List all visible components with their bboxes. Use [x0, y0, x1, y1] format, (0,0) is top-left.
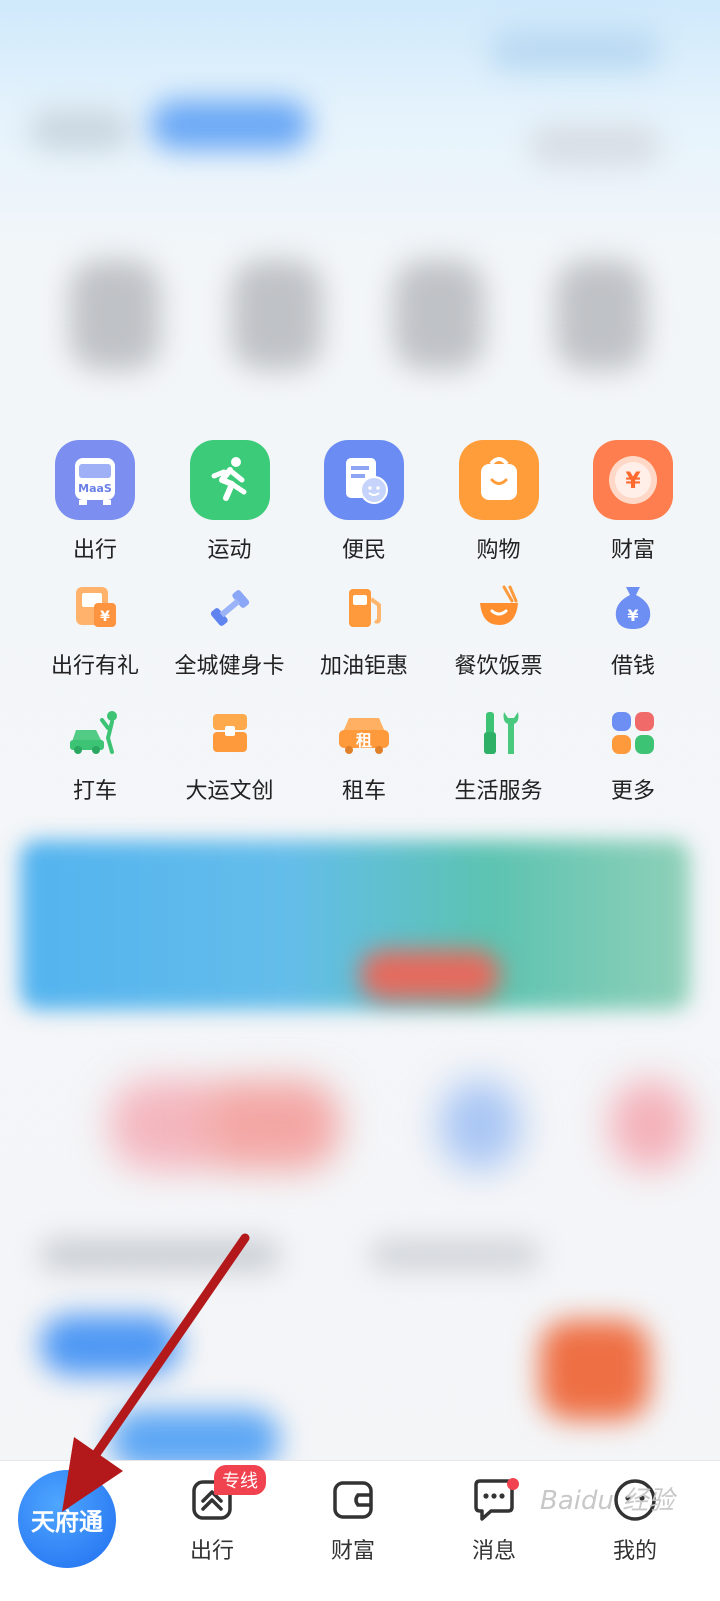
tab-label: 消息	[471, 1539, 516, 1564]
blurred-text	[40, 1240, 280, 1270]
service-label: 借钱	[610, 654, 655, 679]
service-grid-row-2: ¥ 出行有礼 全城健身卡 加油钜惠 餐饮饭票 ¥ 借钱	[28, 580, 700, 680]
service-more[interactable]: 更多	[566, 705, 700, 805]
dumbbell-icon	[202, 580, 258, 636]
dedicated-line-badge: 专线	[214, 1465, 266, 1495]
home-tab-label: 天府通	[31, 1507, 103, 1536]
service-universiade-crafts[interactable]: 大运文创	[163, 705, 297, 805]
shopping-bag-icon	[458, 440, 539, 520]
tab-messages[interactable]: 消息	[444, 1475, 544, 1565]
service-sports[interactable]: 运动	[163, 440, 297, 564]
blurred-header-right	[490, 30, 660, 70]
tab-label: 出行	[189, 1539, 234, 1564]
service-borrow-money[interactable]: ¥ 借钱	[566, 580, 700, 680]
service-label: 便民	[341, 538, 386, 563]
bowl-chopsticks-icon	[471, 580, 527, 636]
service-wealth[interactable]: ¥ 财富	[566, 440, 700, 564]
blurred-image	[540, 1320, 650, 1420]
service-label: 购物	[476, 538, 521, 563]
tools-icon	[471, 705, 527, 761]
blurred-promo	[200, 1080, 340, 1170]
unread-dot	[507, 1478, 519, 1490]
wallet-icon	[328, 1475, 378, 1529]
svg-text:¥: ¥	[100, 609, 110, 625]
service-label: 租车	[341, 779, 386, 804]
tab-label: 我的	[612, 1539, 657, 1564]
blurred-promo	[440, 1080, 520, 1170]
watermark: Baidu 经验	[540, 1486, 675, 1516]
service-grid-row-1: MaaS 出行 运动 便民 购物 ¥ 财富	[28, 440, 700, 564]
blurred-shortcut	[394, 260, 484, 370]
service-label: 更多	[610, 779, 655, 804]
service-label: 加油钜惠	[319, 654, 408, 679]
banner-button	[360, 950, 500, 1000]
promo-banner[interactable]	[20, 840, 690, 1010]
coin-yen-icon: ¥	[593, 440, 673, 520]
service-label: 大运文创	[185, 779, 274, 804]
service-convenience[interactable]: 便民	[297, 440, 431, 564]
service-grid-row-3: 打车 大运文创 租 租车 生活服务 更多	[28, 705, 700, 805]
tab-label: 财富	[330, 1539, 375, 1564]
service-label: 餐饮饭票	[454, 654, 543, 679]
service-label: 全城健身卡	[174, 654, 285, 679]
service-label: 出行有礼	[50, 654, 139, 679]
money-bag-icon: ¥	[605, 580, 661, 636]
maas-badge: MaaS	[78, 482, 112, 495]
tab-wealth[interactable]: 财富	[303, 1475, 403, 1565]
taxi-hail-icon	[67, 705, 123, 761]
service-shopping[interactable]: 购物	[432, 440, 566, 564]
rent-symbol: 租	[356, 731, 372, 750]
blurred-header-left	[30, 110, 130, 150]
yen-symbol: ¥	[627, 606, 638, 625]
service-label: 出行	[72, 538, 117, 563]
bus-maas-icon: MaaS	[55, 440, 135, 520]
home-tab-button[interactable]: 天府通	[18, 1470, 116, 1568]
service-label: 运动	[207, 538, 252, 563]
blurred-text	[370, 1240, 540, 1270]
running-man-icon	[189, 440, 270, 520]
service-fuel-discount[interactable]: 加油钜惠	[297, 580, 431, 680]
blurred-shortcut	[232, 260, 322, 370]
service-label: 生活服务	[454, 779, 543, 804]
service-travel-gift[interactable]: ¥ 出行有礼	[28, 580, 162, 680]
grid-more-icon	[605, 705, 661, 761]
yen-symbol: ¥	[625, 469, 641, 494]
service-label: 财富	[610, 538, 655, 563]
blurred-shortcut	[556, 260, 646, 370]
service-car-rental[interactable]: 租 租车	[297, 705, 431, 805]
service-fitness-card[interactable]: 全城健身卡	[163, 580, 297, 680]
service-life-services[interactable]: 生活服务	[432, 705, 566, 805]
blurred-header-icons	[530, 125, 660, 165]
gift-box-icon	[202, 705, 258, 761]
document-smile-icon	[324, 440, 404, 520]
service-travel[interactable]: MaaS 出行	[28, 440, 162, 564]
service-label: 打车	[72, 779, 117, 804]
service-meal-voucher[interactable]: 餐饮饭票	[432, 580, 566, 680]
gift-card-icon: ¥	[67, 580, 123, 636]
service-taxi[interactable]: 打车	[28, 705, 162, 805]
fuel-pump-icon	[336, 580, 392, 636]
blurred-button	[40, 1315, 180, 1375]
blurred-promo	[610, 1080, 690, 1170]
rent-car-icon: 租	[336, 705, 392, 761]
blurred-shortcut	[70, 260, 160, 370]
blurred-header-button	[150, 100, 310, 150]
